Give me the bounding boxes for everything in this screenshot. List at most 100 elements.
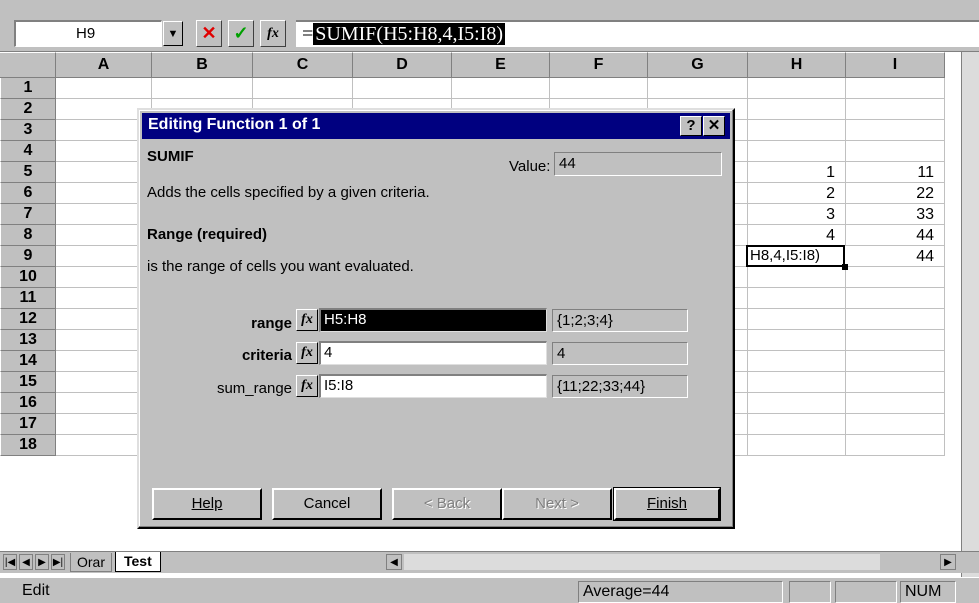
last-sheet-icon[interactable]: ▶| <box>51 554 65 570</box>
cell-I1[interactable] <box>846 78 945 99</box>
cancel-icon[interactable]: ✕ <box>196 20 222 47</box>
cell-H7[interactable]: 3 <box>748 204 846 225</box>
prev-sheet-icon[interactable]: ◀ <box>19 554 33 570</box>
cell-I16[interactable] <box>846 393 945 414</box>
cell-H10[interactable] <box>748 267 846 288</box>
cell-H18[interactable] <box>748 435 846 456</box>
cell-I18[interactable] <box>846 435 945 456</box>
row-header-7[interactable]: 7 <box>0 204 56 225</box>
cell-H6[interactable]: 2 <box>748 183 846 204</box>
cell-H3[interactable] <box>748 120 846 141</box>
row-header-17[interactable]: 17 <box>0 414 56 435</box>
column-header-A[interactable]: A <box>56 52 152 78</box>
fill-handle[interactable] <box>842 264 848 270</box>
sum-range-fx-icon[interactable]: fx <box>296 375 318 397</box>
cell-I8[interactable]: 44 <box>846 225 945 246</box>
sum-range-input[interactable]: I5:I8 <box>319 374 547 398</box>
column-header-B[interactable]: B <box>152 52 253 78</box>
cell-I13[interactable] <box>846 330 945 351</box>
column-header-G[interactable]: G <box>648 52 748 78</box>
row-header-2[interactable]: 2 <box>0 99 56 120</box>
next-sheet-icon[interactable]: ▶ <box>35 554 49 570</box>
cell-H11[interactable] <box>748 288 846 309</box>
cell-G1[interactable] <box>648 78 748 99</box>
row-header-10[interactable]: 10 <box>0 267 56 288</box>
cell-H9[interactable]: H8,4,I5:I8) <box>746 245 845 267</box>
next-button[interactable]: Next > <box>502 488 612 520</box>
cell-A1[interactable] <box>56 78 152 99</box>
cell-H8[interactable]: 4 <box>748 225 846 246</box>
column-header-C[interactable]: C <box>253 52 353 78</box>
close-icon[interactable]: ✕ <box>703 116 725 136</box>
row-header-15[interactable]: 15 <box>0 372 56 393</box>
column-header-E[interactable]: E <box>452 52 550 78</box>
name-box[interactable]: H9 <box>14 20 162 47</box>
enter-icon[interactable]: ✓ <box>228 20 254 47</box>
cell-I15[interactable] <box>846 372 945 393</box>
name-box-dropdown-icon[interactable]: ▼ <box>163 21 183 46</box>
row-header-13[interactable]: 13 <box>0 330 56 351</box>
cell-H16[interactable] <box>748 393 846 414</box>
cell-I10[interactable] <box>846 267 945 288</box>
row-header-5[interactable]: 5 <box>0 162 56 183</box>
row-header-1[interactable]: 1 <box>0 78 56 99</box>
first-sheet-icon[interactable]: |◀ <box>3 554 17 570</box>
horizontal-scrollbar[interactable] <box>404 554 880 570</box>
cell-H1[interactable] <box>748 78 846 99</box>
row-header-12[interactable]: 12 <box>0 309 56 330</box>
row-header-18[interactable]: 18 <box>0 435 56 456</box>
vertical-scrollbar[interactable] <box>961 52 979 577</box>
cell-H4[interactable] <box>748 141 846 162</box>
range-fx-icon[interactable]: fx <box>296 309 318 331</box>
cell-I9[interactable]: 44 <box>846 246 945 267</box>
back-button[interactable]: < Back <box>392 488 502 520</box>
cell-I14[interactable] <box>846 351 945 372</box>
cell-I7[interactable]: 33 <box>846 204 945 225</box>
dialog-titlebar[interactable]: Editing Function 1 of 1 ? ✕ <box>142 113 730 139</box>
cell-D1[interactable] <box>353 78 452 99</box>
column-header-H[interactable]: H <box>748 52 846 78</box>
cell-I11[interactable] <box>846 288 945 309</box>
row-header-14[interactable]: 14 <box>0 351 56 372</box>
criteria-fx-icon[interactable]: fx <box>296 342 318 364</box>
help-icon[interactable]: ? <box>680 116 702 136</box>
cell-E1[interactable] <box>452 78 550 99</box>
help-button[interactable]: Help <box>152 488 262 520</box>
row-header-3[interactable]: 3 <box>0 120 56 141</box>
hscroll-left-icon[interactable]: ◀ <box>386 554 402 570</box>
row-header-9[interactable]: 9 <box>0 246 56 267</box>
cell-H15[interactable] <box>748 372 846 393</box>
column-header-D[interactable]: D <box>353 52 452 78</box>
cell-I2[interactable] <box>846 99 945 120</box>
cell-H5[interactable]: 1 <box>748 162 846 183</box>
cell-H17[interactable] <box>748 414 846 435</box>
cell-I17[interactable] <box>846 414 945 435</box>
function-wizard-icon[interactable]: fx <box>260 20 286 47</box>
cell-H14[interactable] <box>748 351 846 372</box>
cancel-button[interactable]: Cancel <box>272 488 382 520</box>
column-header-F[interactable]: F <box>550 52 648 78</box>
sheet-tab-test[interactable]: Test <box>115 552 161 572</box>
cell-H13[interactable] <box>748 330 846 351</box>
cell-I3[interactable] <box>846 120 945 141</box>
row-header-4[interactable]: 4 <box>0 141 56 162</box>
row-header-11[interactable]: 11 <box>0 288 56 309</box>
row-header-16[interactable]: 16 <box>0 393 56 414</box>
row-header-6[interactable]: 6 <box>0 183 56 204</box>
cell-H12[interactable] <box>748 309 846 330</box>
cell-F1[interactable] <box>550 78 648 99</box>
select-all-corner[interactable] <box>0 52 56 78</box>
cell-B1[interactable] <box>152 78 253 99</box>
sheet-tab-orar[interactable]: Orar <box>70 553 112 572</box>
range-input[interactable]: H5:H8 <box>319 308 547 332</box>
row-header-8[interactable]: 8 <box>0 225 56 246</box>
cell-I5[interactable]: 11 <box>846 162 945 183</box>
column-header-I[interactable]: I <box>846 52 945 78</box>
formula-input[interactable]: = SUMIF(H5:H8,4,I5:I8) <box>296 20 979 47</box>
cell-I4[interactable] <box>846 141 945 162</box>
hscroll-right-icon[interactable]: ▶ <box>940 554 956 570</box>
finish-button[interactable]: Finish <box>613 487 721 521</box>
cell-I6[interactable]: 22 <box>846 183 945 204</box>
cell-H2[interactable] <box>748 99 846 120</box>
cell-I12[interactable] <box>846 309 945 330</box>
